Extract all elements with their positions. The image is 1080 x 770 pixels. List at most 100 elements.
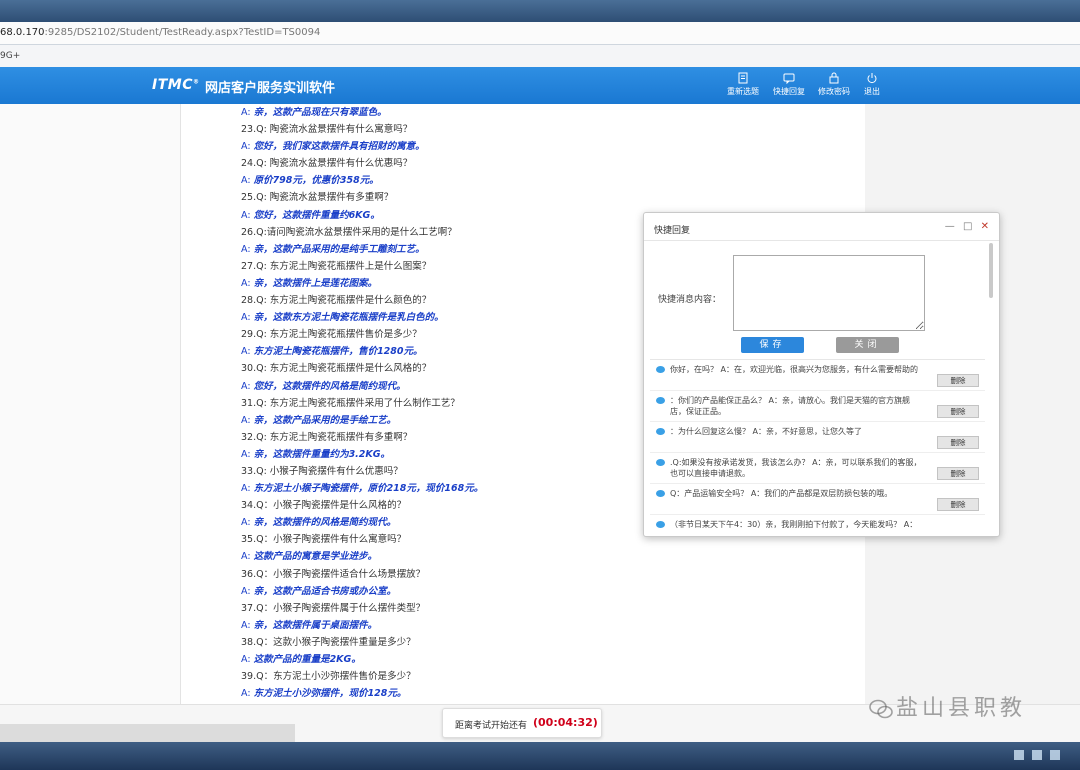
qa-text: 亲，这款摆件上是莲花图案。 <box>253 277 378 289</box>
delete-button[interactable]: 删除 <box>937 436 979 449</box>
qa-text: 亲，这款产品适合书房或办公室。 <box>253 585 397 597</box>
address-bar[interactable]: 68.0.170:9285/DS2102/Student/TestReady.a… <box>0 22 1080 45</box>
answer-line: A: 原价798元，优惠价358元。 <box>241 172 821 189</box>
window-titlebar <box>0 0 1080 22</box>
delete-button[interactable]: 删除 <box>937 467 979 480</box>
quick-reply-dialog[interactable]: 快捷回复 — □ ✕ 快捷消息内容： 保存 关闭 你好，在吗？ A：在，欢迎光临… <box>643 212 1000 537</box>
answer-prefix: A: <box>241 175 254 187</box>
answer-line: A: 您好，我们家这款摆件具有招财的寓意。 <box>241 138 821 155</box>
answer-prefix: A: <box>241 243 254 255</box>
reply-item: ：为什么回复这么慢？ A：亲，不好意思，让您久等了删除 <box>650 422 985 453</box>
answer-prefix: A: <box>241 654 254 665</box>
close-icon[interactable]: ✕ <box>981 221 989 232</box>
answer-prefix: A: <box>241 517 254 529</box>
qa-text: 亲，这款产品现在只有翠蓝色。 <box>253 107 387 118</box>
chat-bubble-icon <box>656 428 665 435</box>
qa-text: 32.Q: 东方泥土陶瓷花瓶摆件有多重啊？ <box>241 431 413 443</box>
qa-text: 亲，这款摆件重量约为3.2KG。 <box>253 448 391 460</box>
watermark-text: 盐山县职教 <box>896 696 1027 721</box>
qa-text: 原价798元，优惠价358元。 <box>253 175 379 187</box>
quick-message-input[interactable] <box>733 255 925 331</box>
flag-icon[interactable] <box>1050 750 1060 760</box>
countdown-value: (00:04:32) <box>533 716 598 729</box>
reply-text: ：为什么回复这么慢？ A：亲，不好意思，让您久等了 <box>670 427 863 436</box>
answer-prefix: A: <box>241 585 254 597</box>
left-margin <box>0 104 180 704</box>
reply-item: 你好，在吗？ A：在，欢迎光临，很高兴为您服务，有什么需要帮助的删除 <box>650 360 985 391</box>
taskbar <box>0 742 1080 770</box>
qa-text: 您好，我们家这款摆件具有招财的寓意。 <box>253 141 425 153</box>
chat-bubble-icon <box>656 490 665 497</box>
reply-text: （非节日某天下午4：30）亲，我刚刚拍下付款了，今天能发吗？ A：亲，我们每天下… <box>670 520 918 529</box>
system-tray <box>1006 750 1066 762</box>
nav-change-password-button[interactable]: 修改密码 <box>818 72 850 97</box>
chat-bubble-icon <box>656 521 665 528</box>
lock-icon <box>829 72 839 84</box>
qa-text: 亲，这款产品采用的是纯手工雕刻工艺。 <box>253 243 425 255</box>
chat-bubble-icon <box>656 459 665 466</box>
minimize-icon[interactable]: — <box>945 221 955 232</box>
answer-prefix: A: <box>241 483 254 495</box>
answer-prefix: A: <box>241 107 254 118</box>
delete-button[interactable]: 删除 <box>937 405 979 418</box>
answer-line: A: 亲，这款产品现在只有翠蓝色。 <box>241 104 821 121</box>
delete-button[interactable]: 删除 <box>937 374 979 387</box>
answer-prefix: A: <box>241 380 254 392</box>
bookmarks-bar: 9G+ <box>0 45 1080 68</box>
horizontal-scrollbar[interactable] <box>0 724 295 742</box>
question-line: 24.Q: 陶瓷流水盆景摆件有什么优惠吗？ <box>241 155 821 172</box>
nav-logout-button[interactable]: 退出 <box>864 72 880 97</box>
qa-text: 29.Q: 东方泥土陶瓷花瓶摆件售价是多少？ <box>241 329 422 341</box>
answer-prefix: A: <box>241 312 254 324</box>
qa-text: 东方泥土陶瓷花瓶摆件，售价1280元。 <box>253 346 423 358</box>
question-line: 39.Q：东方泥土小沙弥摆件售价是多少？ <box>241 668 821 685</box>
dialog-scrollbar[interactable] <box>989 243 993 298</box>
reply-text: Q：产品运输安全吗？ A：我们的产品都是双层防损包装的哦。 <box>670 489 893 498</box>
url-text[interactable]: 68.0.170:9285/DS2102/Student/TestReady.a… <box>0 27 320 38</box>
countdown-timer: 距离考试开始还有 (00:04:32) <box>442 708 602 738</box>
countdown-label: 距离考试开始还有 <box>455 721 528 731</box>
qa-text: 27.Q: 东方泥土陶瓷花瓶摆件上是什么图案？ <box>241 260 432 272</box>
question-line: 36.Q：小猴子陶瓷摆件适合什么场景摆放？ <box>241 566 821 583</box>
bookmark-item[interactable]: 9G+ <box>0 51 20 61</box>
answer-line: A: 东方泥土小沙弥摆件，现价128元。 <box>241 685 821 702</box>
quick-message-label: 快捷消息内容： <box>658 295 722 305</box>
save-button[interactable]: 保存 <box>741 337 804 353</box>
answer-prefix: A: <box>241 209 254 221</box>
reply-item: Q：产品运输安全吗？ A：我们的产品都是双层防损包装的哦。删除 <box>650 484 985 515</box>
chat-bubble-icon <box>656 366 665 373</box>
qa-text: 39.Q：东方泥土小沙弥摆件售价是多少？ <box>241 671 416 683</box>
qa-text: 亲，这款摆件的风格是简约现代。 <box>253 517 397 529</box>
qa-text: 亲，这款东方泥土陶瓷花瓶摆件是乳白色的。 <box>253 312 444 324</box>
answer-line: A: 亲，这款产品适合书房或办公室。 <box>241 583 821 600</box>
nav-label: 快捷回复 <box>773 87 805 96</box>
dialog-divider <box>644 240 999 241</box>
answer-prefix: A: <box>241 551 254 563</box>
nav-reselect-button[interactable]: 重新选题 <box>727 72 759 97</box>
volume-icon[interactable] <box>1032 750 1042 760</box>
answer-prefix: A: <box>241 448 254 460</box>
answer-line: A: 这款产品的寓意是学业进步。 <box>241 548 821 565</box>
maximize-icon[interactable]: □ <box>963 221 972 232</box>
nav-quick-reply-button[interactable]: 快捷回复 <box>773 72 805 97</box>
qa-text: 亲，这款产品采用的是手绘工艺。 <box>253 414 397 426</box>
delete-button[interactable]: 删除 <box>937 498 979 511</box>
question-line: 25.Q: 陶瓷流水盆景摆件有多重啊？ <box>241 189 821 206</box>
qa-text: 东方泥土小猴子陶瓷摆件，原价218元，现价168元。 <box>253 483 484 495</box>
qa-text: 23.Q: 陶瓷流水盆景摆件有什么寓意吗？ <box>241 124 413 136</box>
question-line: 23.Q: 陶瓷流水盆景摆件有什么寓意吗？ <box>241 121 821 138</box>
app-title: 网店客户服务实训软件 <box>205 81 336 96</box>
reply-text: 你好，在吗？ A：在，欢迎光临，很高兴为您服务，有什么需要帮助的 <box>670 365 919 374</box>
qa-text: 亲，这款摆件属于桌面摆件。 <box>253 619 378 631</box>
network-icon[interactable] <box>1014 750 1024 760</box>
qa-text: 您好，这款摆件重量约6KG。 <box>253 209 380 221</box>
reply-list: 你好，在吗？ A：在，欢迎光临，很高兴为您服务，有什么需要帮助的删除 ：你们的产品… <box>650 359 985 530</box>
reply-text: ：你们的产品能保正品么？ A：亲，请放心。我们是天猫的官方旗舰店，保证正品。 <box>670 396 911 416</box>
power-icon <box>867 73 877 84</box>
qa-text: 这款产品的寓意是学业进步。 <box>253 551 378 563</box>
qa-text: 30.Q: 东方泥土陶瓷花瓶摆件是什么风格的？ <box>241 363 432 375</box>
close-button[interactable]: 关闭 <box>836 337 899 353</box>
reply-text: .Q:如果没有按承诺发货，我该怎么办？ A：亲，可以联系我们的客服，也可以直接申… <box>670 458 922 478</box>
qa-text: 您好，这款摆件的风格是简约现代。 <box>253 380 406 392</box>
question-line: 37.Q：小猴子陶瓷摆件属于什么摆件类型？ <box>241 600 821 617</box>
